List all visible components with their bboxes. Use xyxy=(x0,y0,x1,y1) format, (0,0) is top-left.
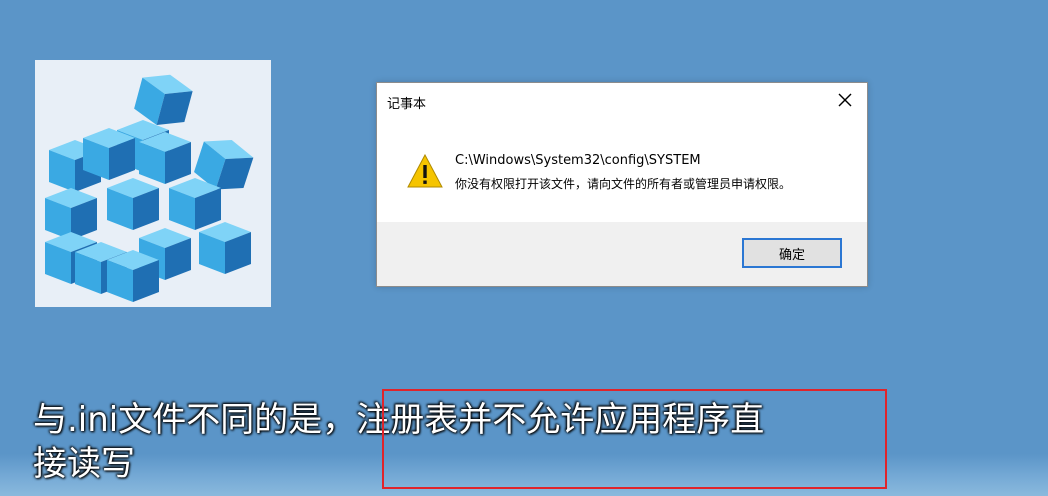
file-path-text: C:\Windows\System32\config\SYSTEM xyxy=(455,153,701,168)
close-icon xyxy=(838,93,852,107)
close-button[interactable] xyxy=(829,87,861,113)
ok-button[interactable]: 确定 xyxy=(742,238,842,268)
red-highlight-box xyxy=(382,389,887,489)
warning-icon xyxy=(406,153,444,189)
dialog-title: 记事本 xyxy=(387,97,427,112)
notepad-error-dialog: 记事本 C:\Windows\System32\config\SYSTEM 你没… xyxy=(376,82,868,287)
registry-editor-icon xyxy=(35,60,271,307)
permission-message: 你没有权限打开该文件，请向文件的所有者或管理员申请权限。 xyxy=(455,177,792,191)
